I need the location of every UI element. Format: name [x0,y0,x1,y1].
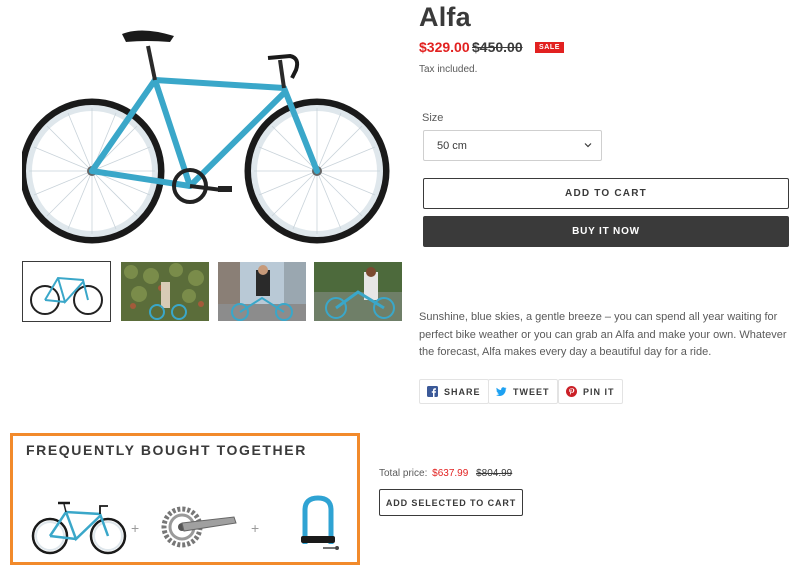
fbt-plus-1: + [131,520,140,536]
fbt-total-price-row: Total price: $637.99 $804.99 [379,468,512,479]
twitter-icon [496,387,507,396]
thumbnail-3[interactable] [218,262,306,321]
compare-at-price: $450.00 [472,39,523,55]
share-pinterest-label: PIN IT [583,386,615,397]
share-pinterest-button[interactable]: PIN IT [558,379,623,404]
thumbnail-4[interactable] [314,262,402,321]
pinterest-icon [566,386,577,397]
thumbnail-2[interactable] [121,262,209,321]
thumbnail-1[interactable] [22,261,111,322]
main-product-image[interactable] [19,18,397,246]
sale-badge: SALE [535,42,565,53]
total-price-label: Total price: [379,468,428,479]
share-facebook-label: SHARE [444,386,481,397]
size-select[interactable]: 50 cm [423,130,602,161]
fbt-plus-2: + [251,520,260,536]
size-selected-value: 50 cm [437,140,467,152]
add-to-cart-button[interactable]: ADD TO CART [423,178,789,209]
share-twitter-button[interactable]: TWEET [488,379,558,404]
fbt-title: FREQUENTLY BOUGHT TOGETHER [26,442,307,458]
chevron-down-icon [584,143,592,148]
bike-studio-thumbnail [25,264,108,319]
bike-rider-city-thumbnail [218,262,306,321]
tax-note: Tax included. [419,64,478,75]
total-price-value: $637.99 [432,468,469,479]
product-description: Sunshine, blue skies, a gentle breeze – … [419,311,787,358]
fbt-crankset-image[interactable] [160,501,240,549]
fbt-u-lock-image[interactable] [293,494,343,554]
bike-ivy-wall-thumbnail [121,262,209,321]
facebook-icon [427,386,438,397]
buy-it-now-button[interactable]: BUY IT NOW [423,216,789,247]
share-facebook-button[interactable]: SHARE [419,379,489,404]
bike-rider-outdoor-thumbnail [314,262,402,321]
share-twitter-label: TWEET [513,386,550,397]
size-label: Size [422,112,444,124]
sale-price: $329.00 [419,39,470,55]
fbt-bike-image[interactable] [30,496,128,556]
product-title: Alfa [419,2,471,32]
add-selected-to-cart-button[interactable]: ADD SELECTED TO CART [379,489,523,516]
total-compare-price: $804.99 [476,468,513,479]
frequently-bought-together-panel: FREQUENTLY BOUGHT TOGETHER + + [10,433,360,565]
